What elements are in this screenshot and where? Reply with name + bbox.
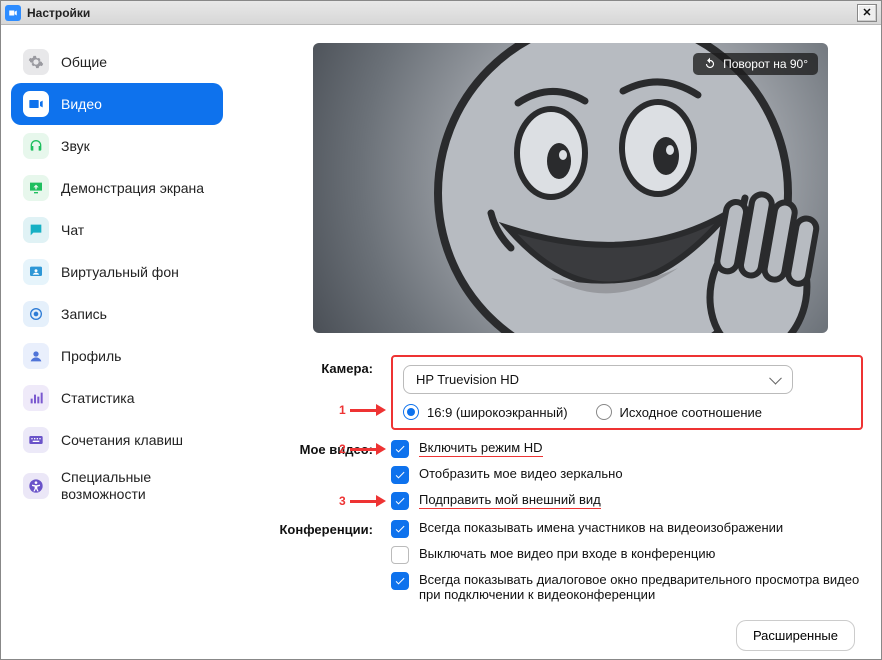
headphones-icon: [23, 133, 49, 159]
chat-icon: [23, 217, 49, 243]
app-icon: [5, 5, 21, 21]
video-preview: Поворот на 90°: [313, 43, 828, 333]
option-sections-conf-options-1[interactable]: Выключать мое видео при входе в конферен…: [391, 546, 863, 564]
sidebar-item-label: Запись: [61, 306, 107, 323]
sidebar: Общие Видео Звук Демонстрация экрана Чат Вирт…: [1, 25, 233, 659]
rotate-icon: [703, 57, 717, 71]
option-sections-myvideo-options-1[interactable]: Отобразить мое видео зеркально: [391, 466, 863, 484]
video-icon: [23, 91, 49, 117]
stats-icon: [23, 385, 49, 411]
option-sections-conf-options-0[interactable]: Всегда показывать имена участников на ви…: [391, 520, 863, 538]
sidebar-item-label: Специальные возможности: [61, 469, 211, 503]
preview-face-illustration: [313, 43, 828, 333]
option-sections-conf-options-2[interactable]: Всегда показывать диалоговое окно предва…: [391, 572, 863, 602]
checkbox-icon: [391, 520, 409, 538]
aspect-wide-radio[interactable]: 16:9 (широкоэкранный): [403, 404, 568, 420]
background-icon: [23, 259, 49, 285]
sidebar-item-video[interactable]: Видео: [11, 83, 223, 125]
annotation-2: 2: [339, 442, 386, 456]
close-button[interactable]: ✕: [857, 4, 877, 22]
annotation-3: 3: [339, 494, 386, 508]
sidebar-item-keyboard[interactable]: Сочетания клавиш: [11, 419, 223, 461]
option-label: Всегда показывать диалоговое окно предва…: [419, 572, 863, 602]
sidebar-item-gear[interactable]: Общие: [11, 41, 223, 83]
annotation-1: 1: [339, 403, 386, 417]
camera-selected: HP Truevision HD: [416, 372, 519, 387]
keyboard-icon: [23, 427, 49, 453]
rotate-label: Поворот на 90°: [723, 57, 808, 71]
sidebar-item-label: Общие: [61, 54, 107, 71]
checkbox-icon: [391, 572, 409, 590]
camera-label: Камера:: [243, 355, 373, 376]
option-label: Включить режим HD: [419, 440, 543, 455]
option-label: Отобразить мое видео зеркально: [419, 466, 623, 481]
sidebar-item-stats[interactable]: Статистика: [11, 377, 223, 419]
sidebar-item-label: Чат: [61, 222, 84, 239]
sidebar-item-label: Звук: [61, 138, 90, 155]
sidebar-item-accessibility[interactable]: Специальные возможности: [11, 461, 223, 511]
option-label: Всегда показывать имена участников на ви…: [419, 520, 783, 535]
checkbox-icon: [391, 492, 409, 510]
sidebar-item-screenshare[interactable]: Демонстрация экрана: [11, 167, 223, 209]
window-title: Настройки: [27, 6, 90, 20]
camera-panel-highlight: HP Truevision HD 16:9 (широкоэкранный) И…: [391, 355, 863, 430]
sidebar-item-chat[interactable]: Чат: [11, 209, 223, 251]
gear-icon: [23, 49, 49, 75]
camera-dropdown[interactable]: HP Truevision HD: [403, 365, 793, 394]
aspect-original-label: Исходное соотношение: [620, 405, 763, 420]
sidebar-item-label: Видео: [61, 96, 102, 113]
main-panel: Поворот на 90° Камера: HP Truevision HD: [233, 25, 881, 659]
sidebar-item-profile[interactable]: Профиль: [11, 335, 223, 377]
checkbox-icon: [391, 466, 409, 484]
sidebar-item-label: Сочетания клавиш: [61, 432, 183, 449]
option-label: Выключать мое видео при входе в конферен…: [419, 546, 715, 561]
option-label: Подправить мой внешний вид: [419, 492, 601, 507]
settings-window: Настройки ✕ Общие Видео Звук Демонстрация э…: [0, 0, 882, 660]
sidebar-item-record[interactable]: Запись: [11, 293, 223, 335]
accessibility-icon: [23, 473, 49, 499]
radio-icon: [403, 404, 419, 420]
aspect-original-radio[interactable]: Исходное соотношение: [596, 404, 763, 420]
option-sections-myvideo-options-0[interactable]: Включить режим HD: [391, 440, 863, 458]
sidebar-item-background[interactable]: Виртуальный фон: [11, 251, 223, 293]
profile-icon: [23, 343, 49, 369]
record-icon: [23, 301, 49, 327]
aspect-wide-label: 16:9 (широкоэкранный): [427, 405, 568, 420]
sidebar-item-label: Статистика: [61, 390, 135, 407]
sidebar-item-label: Демонстрация экрана: [61, 180, 204, 197]
radio-icon: [596, 404, 612, 420]
sidebar-item-headphones[interactable]: Звук: [11, 125, 223, 167]
advanced-button[interactable]: Расширенные: [736, 620, 855, 651]
checkbox-icon: [391, 546, 409, 564]
sidebar-item-label: Виртуальный фон: [61, 264, 179, 281]
titlebar: Настройки ✕: [1, 1, 881, 25]
option-sections-myvideo-options-2[interactable]: Подправить мой внешний вид: [391, 492, 863, 510]
sidebar-item-label: Профиль: [61, 348, 121, 365]
rotate-button[interactable]: Поворот на 90°: [693, 53, 818, 75]
checkbox-icon: [391, 440, 409, 458]
conf-label: Конференции:: [243, 516, 373, 537]
screenshare-icon: [23, 175, 49, 201]
